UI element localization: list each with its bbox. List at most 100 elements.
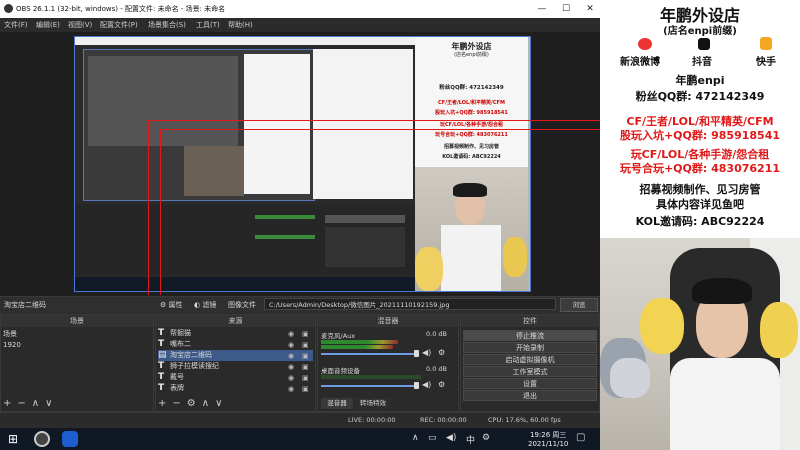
- move-down-icon[interactable]: ∨: [45, 398, 52, 409]
- remove-icon[interactable]: −: [17, 398, 25, 409]
- poster-subtitle: (店名enpi前缀): [663, 26, 737, 37]
- scene-item[interactable]: 场景: [3, 329, 151, 340]
- volume-slider[interactable]: [321, 385, 416, 387]
- ime-icon[interactable]: 中: [466, 433, 475, 446]
- menu-help[interactable]: 帮助(H): [228, 20, 253, 30]
- menu-view[interactable]: 视图(V): [68, 20, 92, 30]
- eye-icon[interactable]: ◉: [288, 373, 297, 382]
- maximize-button[interactable]: ☐: [560, 3, 572, 15]
- app-taskbar-icon[interactable]: [62, 431, 78, 447]
- guide-line-vertical: [148, 120, 149, 295]
- lock-icon[interactable]: ▣: [302, 340, 311, 349]
- menu-file[interactable]: 文件(F): [4, 20, 28, 30]
- lock-icon[interactable]: ▣: [302, 384, 311, 393]
- chevron-up-icon[interactable]: ∧: [412, 433, 419, 443]
- eye-icon[interactable]: ◉: [288, 362, 297, 371]
- source-label: 帮掘猫: [170, 329, 191, 337]
- volume-slider-knob[interactable]: [414, 350, 419, 357]
- speaker-icon[interactable]: ◀): [422, 380, 431, 389]
- tab-mixer[interactable]: 混音器: [321, 398, 353, 409]
- nested-poster-line5: 招募视频制作、见习房管: [443, 144, 499, 150]
- source-item-selected[interactable]: ▤ 淘宝店二维码 ◉ ▣: [158, 350, 313, 361]
- speaker-icon[interactable]: ◀): [422, 348, 431, 357]
- notification-icon[interactable]: ▢: [576, 432, 585, 443]
- obs-taskbar-icon[interactable]: [34, 431, 50, 447]
- scene-item[interactable]: 1920: [3, 340, 151, 351]
- stop-streaming-button[interactable]: 停止推流: [463, 330, 597, 341]
- menu-profile[interactable]: 配置文件(P): [100, 20, 138, 30]
- source-item[interactable]: T 表牌 ◉ ▣: [158, 383, 313, 394]
- preview-canvas[interactable]: 年鹏外设店 (店名enpi前缀) 粉丝QQ群: 472142349 CF/王者/…: [74, 36, 531, 292]
- windows-start-icon[interactable]: ⊞: [8, 432, 18, 446]
- settings-button[interactable]: 设置: [463, 378, 597, 389]
- text-source-icon: T: [158, 327, 165, 338]
- close-button[interactable]: ✕: [584, 3, 596, 15]
- nested-control-stack: [325, 227, 405, 267]
- poster-line7: KOL邀请码: ABC92224: [635, 215, 765, 228]
- minimize-button[interactable]: —: [536, 3, 548, 15]
- move-up-icon[interactable]: ∧: [32, 398, 39, 409]
- gear-icon[interactable]: ⚙: [438, 380, 445, 389]
- menu-tools[interactable]: 工具(T): [196, 20, 220, 30]
- filters-button[interactable]: ◐ 滤镜: [194, 300, 216, 310]
- source-item[interactable]: T 嘴布二 ◉ ▣: [158, 339, 313, 350]
- volume-meter-2: [321, 345, 393, 349]
- properties-button[interactable]: ⚙ 属性: [160, 300, 183, 310]
- start-recording-button[interactable]: 开始录制: [463, 342, 597, 353]
- settings-icon[interactable]: ⚙: [482, 433, 490, 443]
- scenes-toolbar: + − ∧ ∨: [3, 398, 58, 409]
- cpu-status: CPU: 17.6%, 60.00 fps: [488, 416, 561, 424]
- kuaishou-icon: [760, 37, 772, 50]
- eye-icon[interactable]: ◉: [288, 329, 297, 338]
- weibo-icon: [638, 38, 652, 50]
- volume-slider[interactable]: [321, 353, 416, 355]
- nested-poster-line2: 股玩入坑+QQ群: 985918541: [435, 110, 508, 116]
- track-db: 0.0 dB: [426, 330, 447, 338]
- remove-icon[interactable]: −: [172, 398, 180, 409]
- add-icon[interactable]: +: [3, 398, 11, 409]
- lock-icon[interactable]: ▣: [302, 351, 311, 360]
- source-label: 表牌: [170, 384, 184, 392]
- move-up-icon[interactable]: ∧: [202, 398, 209, 409]
- lock-icon[interactable]: ▣: [302, 373, 311, 382]
- clock-time[interactable]: 19:26 周三: [530, 430, 566, 440]
- source-item[interactable]: T 戴号 ◉ ▣: [158, 372, 313, 383]
- gear-icon[interactable]: ⚙: [438, 348, 445, 357]
- menu-scene-collection[interactable]: 场景集合(S): [148, 20, 186, 30]
- eye-icon[interactable]: ◉: [288, 384, 297, 393]
- image-path-field[interactable]: C:/Users/Admin/Desktop/微信图片_202111101921…: [264, 298, 556, 310]
- nested-poster-line3: 玩CF/LOL/各种手游/怨合租: [439, 122, 503, 128]
- social-douyin-label: 抖音: [692, 57, 712, 68]
- person-hair: [692, 278, 752, 304]
- volume-slider-knob[interactable]: [414, 382, 419, 389]
- add-icon[interactable]: +: [158, 398, 166, 409]
- clock-date[interactable]: 2021/11/10: [528, 440, 568, 448]
- volume-icon[interactable]: ◀): [446, 433, 456, 443]
- poster-line2: 股玩入坑+QQ群: 985918541: [619, 129, 781, 142]
- lock-icon[interactable]: ▣: [302, 362, 311, 371]
- nested-poster-large: [313, 49, 413, 199]
- eye-icon[interactable]: ◉: [288, 340, 297, 349]
- nested-docks: [75, 205, 415, 275]
- promo-poster: 年鹏外设店 (店名enpi前缀) 新浪微博 抖音 快手 年鹏enpi 粉丝QQ群…: [600, 0, 800, 238]
- eye-icon[interactable]: ◉: [288, 351, 297, 360]
- tab-transitions[interactable]: 转场特效: [355, 398, 391, 409]
- controls-header: 控件: [461, 315, 599, 327]
- move-down-icon[interactable]: ∨: [215, 398, 222, 409]
- poster-line6: 具体内容详见鱼吧: [656, 198, 744, 211]
- gear-icon[interactable]: ⚙: [187, 398, 196, 409]
- sources-dock: 来源 T 帮掘猫 ◉ ▣ T 嘴布二 ◉ ▣ ▤ 淘宝店二维码 ◉ ▣ T 狮子拉模读搜纪 ◉ ▣ T戴…: [155, 314, 316, 412]
- start-virtual-camera-button[interactable]: 启动虚拟摄像机: [463, 354, 597, 365]
- menu-edit[interactable]: 编辑(E): [36, 20, 60, 30]
- source-item[interactable]: T 帮掘猫 ◉ ▣: [158, 328, 313, 339]
- rec-status: REC: 00:00:00: [420, 416, 467, 424]
- lock-icon[interactable]: ▣: [302, 329, 311, 338]
- studio-mode-button[interactable]: 工作室模式: [463, 366, 597, 377]
- nested-meter-2: [255, 235, 315, 239]
- browse-button[interactable]: 浏览: [560, 298, 598, 312]
- source-item[interactable]: T 狮子拉模读搜纪 ◉ ▣: [158, 361, 313, 372]
- exit-button[interactable]: 退出: [463, 390, 597, 401]
- network-icon[interactable]: ▭: [428, 433, 437, 443]
- scenes-header: 场景: [1, 315, 153, 327]
- douyin-icon: [698, 38, 710, 50]
